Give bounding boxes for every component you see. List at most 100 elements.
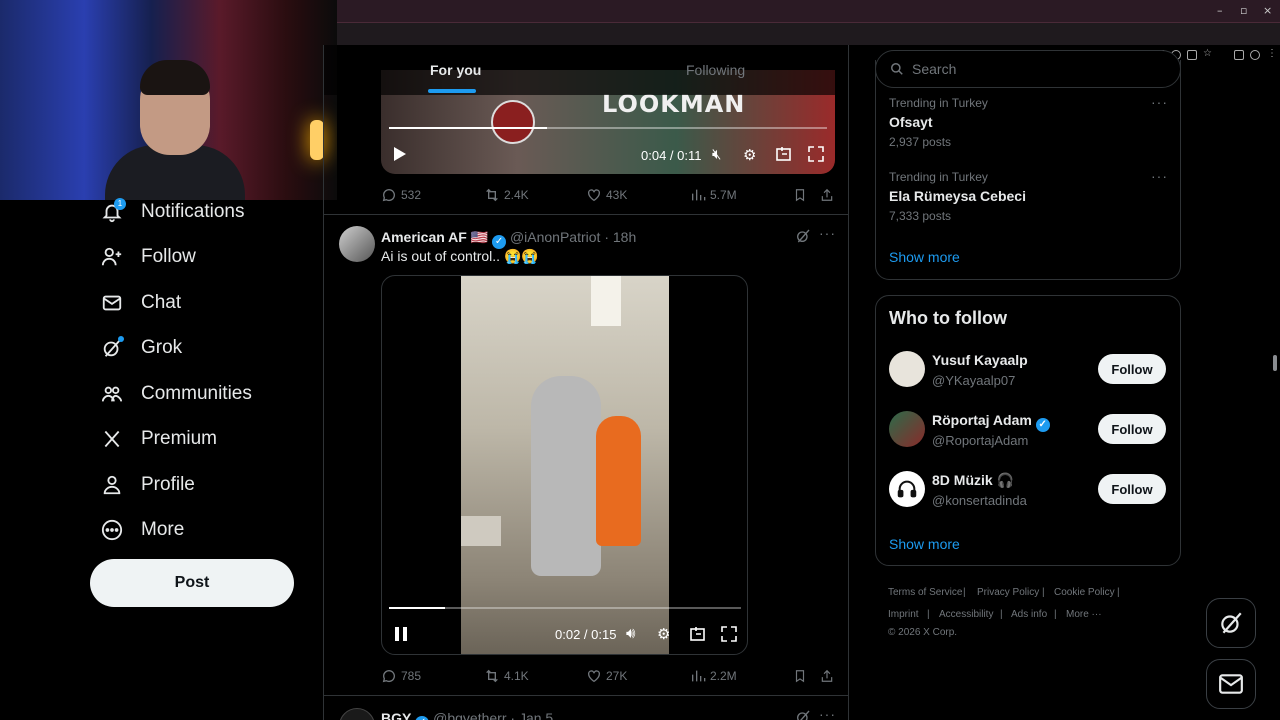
more-options-icon[interactable]: ··· (819, 225, 836, 241)
trend-name[interactable]: Ela Rümeysa Cebeci (889, 188, 1026, 204)
avatar[interactable] (889, 351, 925, 387)
bookmark-button[interactable] (793, 668, 807, 684)
like-button[interactable]: 27K (586, 668, 627, 684)
trends-show-more-link[interactable]: Show more (889, 249, 960, 265)
profile-icon[interactable] (1250, 50, 1260, 60)
suggested-user-handle[interactable]: @RoportajAdam (932, 433, 1028, 448)
author-handle[interactable]: @iAnonPatriot (510, 229, 600, 245)
mute-icon[interactable]: 🔇︎ (712, 146, 721, 163)
minimize-button[interactable]: – (1217, 4, 1223, 17)
page-scrollbar-thumb[interactable] (1273, 355, 1277, 371)
repost-button[interactable]: 2.4K (484, 187, 529, 203)
nav-profile[interactable]: Profile (100, 468, 195, 502)
tab-for-you[interactable]: For you (430, 62, 481, 78)
footer-separator: | (927, 609, 930, 620)
settings-gear-icon[interactable]: ⚙ (657, 625, 670, 643)
pip-icon[interactable] (776, 146, 792, 162)
author-handle[interactable]: @bgyetherr (433, 710, 506, 720)
tweet-video-player[interactable]: 0:02 / 0:15 🔊︎ ⚙ (381, 275, 748, 655)
browser-menu-icon[interactable]: ⋮ (1267, 48, 1277, 59)
tweet-author: BGY ✓ @bgyetherr · Jan 5 (381, 710, 553, 720)
tweet-time[interactable]: 18h (613, 229, 636, 245)
volume-icon[interactable]: 🔊︎ (626, 625, 635, 642)
settings-gear-icon[interactable]: ⚙ (743, 146, 756, 164)
tweet-author: American AF 🇺🇸 ✓ @iAnonPatriot · 18h (381, 229, 636, 249)
grok-icon (100, 336, 124, 360)
tab-active-indicator (428, 89, 476, 93)
tab-following[interactable]: Following (686, 62, 745, 78)
suggested-user-handle[interactable]: @konsertadinda (932, 493, 1027, 508)
copyright: © 2026 X Corp. (888, 627, 958, 638)
post-button[interactable]: Post (90, 559, 294, 607)
suggested-user-name[interactable]: Yusuf Kayaalp (932, 352, 1028, 368)
footer-link-more[interactable]: More ··· (1066, 609, 1102, 620)
nav-more[interactable]: More (100, 513, 184, 547)
pip-icon[interactable] (690, 626, 706, 642)
footer-link-accessibility[interactable]: Accessibility (939, 609, 993, 620)
nav-premium[interactable]: Premium (100, 422, 217, 456)
avatar[interactable] (339, 226, 375, 262)
repost-button[interactable]: 4.1K (484, 668, 529, 684)
nav-label: More (141, 519, 185, 540)
who-to-follow-panel: Who to follow Yusuf Kayaalp @YKayaalp07 … (875, 295, 1181, 566)
messages-fab-button[interactable] (1206, 659, 1256, 709)
grok-icon (1221, 612, 1242, 634)
bookmark-star-icon[interactable]: ☆ (1203, 48, 1213, 59)
trend-more-icon[interactable]: ··· (1151, 94, 1168, 110)
trend-more-icon[interactable]: ··· (1151, 168, 1168, 184)
avatar[interactable] (889, 411, 925, 447)
like-button[interactable]: 43K (586, 187, 627, 203)
fullscreen-icon[interactable] (721, 626, 737, 642)
tweet-time[interactable]: Jan 5 (519, 710, 553, 720)
reply-button[interactable]: 785 (381, 668, 421, 684)
close-window-button[interactable]: × (1263, 4, 1272, 17)
views-icon (692, 670, 706, 682)
more-options-icon[interactable]: ··· (819, 706, 836, 720)
nav-chat[interactable]: Chat (100, 286, 181, 320)
follow-button[interactable]: Follow (1098, 474, 1166, 504)
footer-link-imprint[interactable]: Imprint (888, 609, 919, 620)
footer-link-privacy[interactable]: Privacy Policy (977, 587, 1039, 598)
views-button[interactable]: 5.7M (690, 187, 737, 203)
nav-communities[interactable]: Communities (100, 377, 252, 411)
pause-icon[interactable] (394, 626, 408, 642)
suggested-user-handle[interactable]: @YKayaalp07 (932, 373, 1015, 388)
video-progress-bar[interactable] (389, 607, 741, 609)
grok-explain-icon[interactable] (795, 709, 811, 720)
footer-link-cookie[interactable]: Cookie Policy (1054, 587, 1115, 598)
trend-name[interactable]: Ofsayt (889, 114, 933, 130)
play-icon[interactable] (393, 146, 407, 162)
footer-link-terms[interactable]: Terms of Service (888, 587, 962, 598)
fullscreen-icon[interactable] (808, 146, 824, 162)
author-name[interactable]: American AF (381, 229, 467, 245)
extensions-icon[interactable] (1234, 50, 1244, 60)
nav-grok[interactable]: Grok (100, 331, 182, 365)
video-progress-bar[interactable] (389, 127, 827, 129)
who-to-follow-show-more-link[interactable]: Show more (889, 536, 960, 552)
nav-follow[interactable]: Follow (100, 240, 196, 274)
share-button[interactable] (820, 187, 834, 203)
grok-fab-button[interactable] (1206, 598, 1256, 648)
webcam-overlay (0, 0, 337, 200)
avatar[interactable] (889, 471, 925, 507)
share-button[interactable] (820, 668, 834, 684)
reply-button[interactable]: 532 (381, 187, 421, 203)
restore-button[interactable]: ▫ (1240, 4, 1247, 17)
author-name[interactable]: BGY (381, 710, 411, 720)
nav-notifications[interactable]: 1 Notifications (100, 195, 245, 229)
timeline-column: For you Following LOOKMAN 0:04 / 0:11 🔇︎… (323, 45, 849, 720)
suggested-user-name[interactable]: Röportaj Adam ✓ (932, 412, 1050, 432)
follow-button[interactable]: Follow (1098, 414, 1166, 444)
repost-icon (486, 669, 498, 683)
avatar[interactable] (339, 708, 375, 720)
follow-button[interactable]: Follow (1098, 354, 1166, 384)
nav-label: Premium (141, 428, 218, 449)
suggested-user-name[interactable]: 8D Müzik 🎧 (932, 472, 1014, 489)
footer-link-ads-info[interactable]: Ads info (1011, 609, 1047, 620)
bookmark-button[interactable] (793, 187, 807, 203)
views-button[interactable]: 2.2M (690, 668, 737, 684)
mail-icon (1219, 674, 1243, 694)
grok-explain-icon[interactable] (795, 228, 811, 249)
share-page-icon[interactable] (1187, 50, 1197, 60)
reply-icon (382, 189, 395, 202)
